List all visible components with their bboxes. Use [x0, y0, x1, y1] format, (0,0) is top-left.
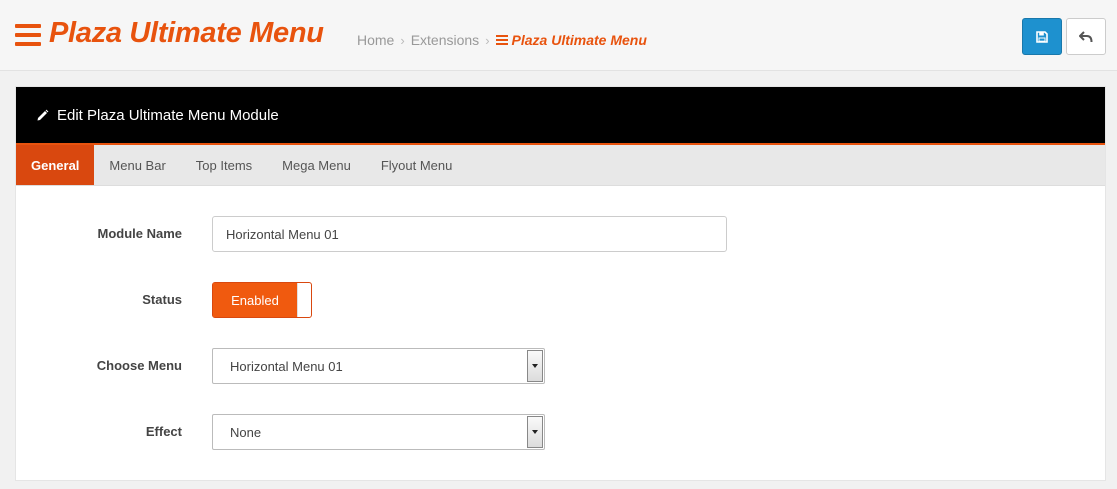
tab-general[interactable]: General: [16, 145, 95, 185]
choose-menu-label: Choose Menu: [96, 358, 182, 373]
module-name-label: Module Name: [97, 226, 182, 241]
status-row: Status Enabled: [16, 282, 1105, 318]
edit-module-panel: Edit Plaza Ultimate Menu Module General …: [15, 86, 1106, 481]
effect-label: Effect: [145, 424, 182, 439]
tab-bar: General Menu Bar Top Items Mega Menu Fly…: [16, 145, 1105, 186]
menu-icon: [15, 24, 41, 46]
chevron-right-icon: ›: [485, 32, 490, 48]
module-name-row: Module Name: [16, 216, 1105, 252]
status-toggle-label: Enabled: [213, 283, 297, 317]
pencil-icon: [37, 109, 49, 120]
tab-menu-bar[interactable]: Menu Bar: [94, 145, 180, 185]
breadcrumb-extensions[interactable]: Extensions: [411, 32, 479, 48]
panel-heading: Edit Plaza Ultimate Menu Module: [16, 87, 1105, 145]
choose-menu-value: Horizontal Menu 01: [230, 359, 343, 374]
choose-menu-row: Choose Menu Horizontal Menu 01: [16, 348, 1105, 384]
choose-menu-select[interactable]: Horizontal Menu 01: [212, 348, 545, 384]
status-toggle[interactable]: Enabled: [212, 282, 312, 318]
chevron-down-icon[interactable]: [527, 416, 543, 448]
panel-title: Edit Plaza Ultimate Menu Module: [57, 106, 279, 124]
tab-flyout-menu[interactable]: Flyout Menu: [366, 145, 468, 185]
breadcrumb-current-label: Plaza Ultimate Menu: [511, 32, 647, 48]
breadcrumb: Home › Extensions › Plaza Ultimate Menu: [357, 32, 647, 48]
menu-icon: [495, 35, 508, 45]
chevron-right-icon: ›: [400, 32, 405, 48]
chevron-down-icon[interactable]: [527, 350, 543, 382]
status-label: Status: [142, 292, 182, 307]
module-name-input[interactable]: [212, 216, 727, 252]
toggle-handle[interactable]: [297, 283, 311, 317]
save-button[interactable]: [1022, 18, 1062, 55]
effect-value: None: [230, 425, 262, 440]
tab-top-items[interactable]: Top Items: [181, 145, 267, 185]
page-header: Plaza Ultimate Menu Home › Extensions › …: [0, 0, 1117, 71]
reply-icon: [1079, 30, 1093, 42]
back-button[interactable]: [1066, 18, 1106, 55]
page-title: Plaza Ultimate Menu: [49, 17, 324, 49]
effect-row: Effect None: [16, 414, 1105, 450]
save-icon: [1036, 30, 1048, 43]
effect-select[interactable]: None: [212, 414, 545, 450]
breadcrumb-current[interactable]: Plaza Ultimate Menu: [495, 32, 647, 48]
breadcrumb-home[interactable]: Home: [357, 32, 394, 48]
tab-mega-menu[interactable]: Mega Menu: [267, 145, 366, 185]
